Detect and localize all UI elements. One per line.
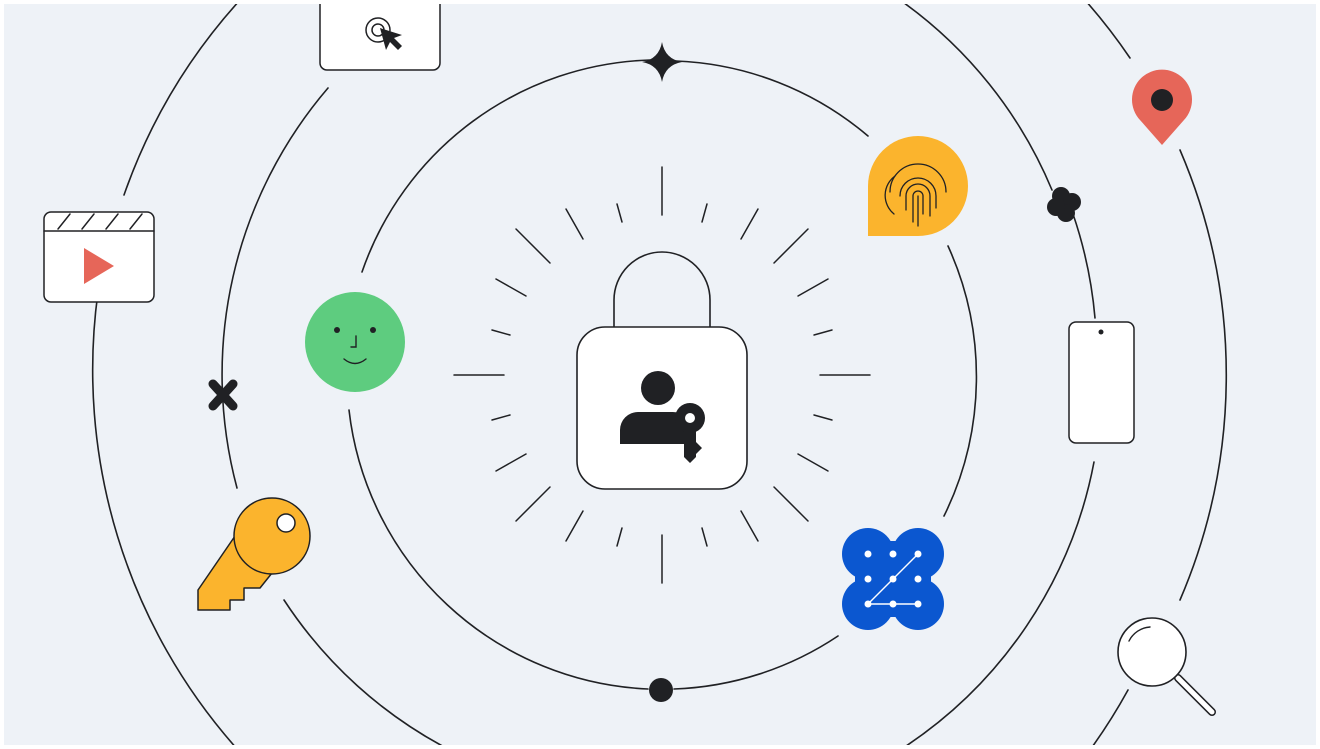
pattern-lock-icon [842,528,944,630]
cursor-click-icon [319,4,441,71]
smartphone-icon [1068,321,1135,444]
orbit-dot-bottom [649,678,673,702]
face-icon [305,292,405,392]
video-player-icon [43,211,155,303]
security-illustration [0,0,1320,749]
fingerprint-icon [868,136,968,236]
